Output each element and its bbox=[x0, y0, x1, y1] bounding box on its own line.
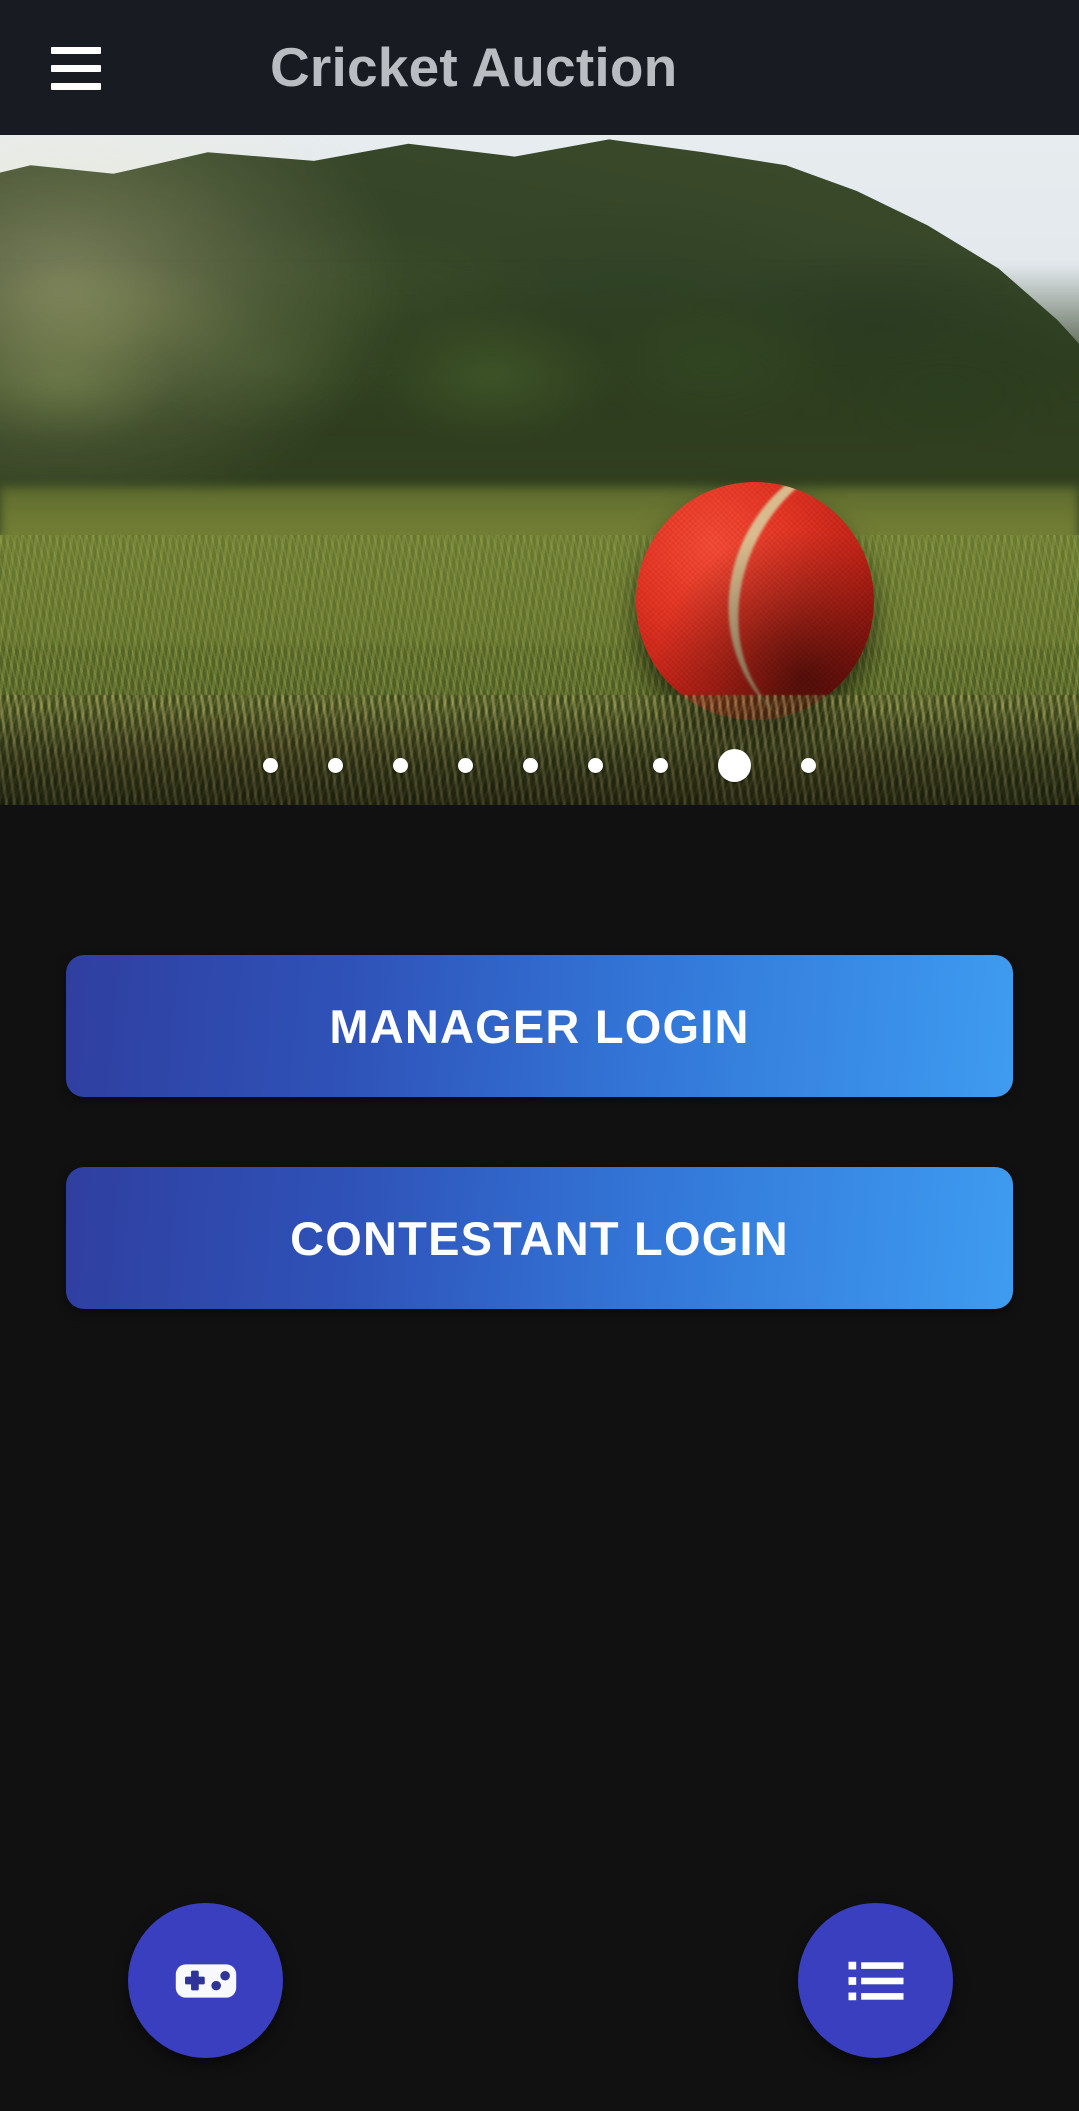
carousel-dot-5[interactable] bbox=[523, 757, 538, 773]
manager-login-button[interactable]: MANAGER LOGIN bbox=[66, 955, 1013, 1097]
carousel-dot-2[interactable] bbox=[328, 757, 343, 773]
cricket-ball-shading bbox=[636, 482, 874, 720]
hamburger-menu-icon[interactable] bbox=[45, 38, 107, 98]
carousel-dot-3[interactable] bbox=[393, 757, 408, 773]
sunlight-glow bbox=[0, 135, 400, 515]
menu-bar-3 bbox=[51, 82, 101, 90]
app-root: Cricket Auction Red cricket ball resting… bbox=[0, 0, 1079, 2111]
carousel-dot-8[interactable] bbox=[718, 748, 751, 782]
carousel-dot-6[interactable] bbox=[588, 757, 603, 773]
contestant-login-button[interactable]: CONTESTANT LOGIN bbox=[66, 1167, 1013, 1309]
main-actions: MANAGER LOGIN CONTESTANT LOGIN bbox=[0, 955, 1079, 1309]
list-fab[interactable] bbox=[798, 1903, 953, 2058]
page-title: Cricket Auction bbox=[270, 36, 678, 98]
cricket-ball bbox=[636, 482, 874, 720]
app-bar: Cricket Auction bbox=[0, 0, 1079, 135]
menu-bar-2 bbox=[51, 64, 101, 72]
carousel-dot-7[interactable] bbox=[653, 757, 668, 773]
list-icon bbox=[843, 1948, 909, 2014]
gamepad-icon bbox=[169, 1944, 243, 2018]
menu-bar-1 bbox=[51, 46, 101, 54]
carousel-dots bbox=[0, 745, 1079, 785]
grass-depth-blur bbox=[0, 535, 1079, 645]
game-fab[interactable] bbox=[128, 1903, 283, 2058]
carousel-dot-1[interactable] bbox=[263, 757, 278, 773]
carousel-dot-9[interactable] bbox=[801, 757, 816, 773]
hero-image-carousel[interactable]: Red cricket ball resting on sunlit grass… bbox=[0, 135, 1079, 805]
carousel-dot-4[interactable] bbox=[458, 757, 473, 773]
